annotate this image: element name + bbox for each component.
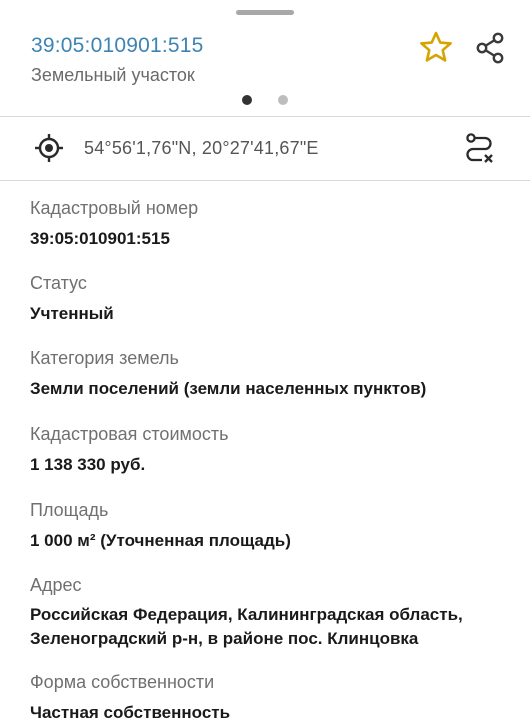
- field-address: Адрес Российская Федерация, Калининградс…: [30, 574, 463, 650]
- field-land-category: Категория земель Земли поселений (земли …: [30, 347, 426, 400]
- field-value-line-1: Российская Федерация, Калининградская об…: [30, 605, 463, 624]
- page-indicator: [242, 95, 288, 107]
- field-label: Адрес: [30, 575, 82, 595]
- parcel-type-subtitle: Земельный участок: [31, 65, 195, 85]
- field-value: 1 000 м² (Уточненная площадь): [30, 531, 291, 550]
- field-label: Площадь: [30, 500, 109, 520]
- route-clear-icon[interactable]: [463, 131, 497, 165]
- field-ownership: Форма собственности Частная собственност…: [30, 671, 230, 724]
- field-area: Площадь 1 000 м² (Уточненная площадь): [30, 499, 291, 552]
- field-value: Земли поселений (земли населенных пункто…: [30, 379, 427, 398]
- crosshair-icon[interactable]: [34, 133, 64, 163]
- share-icon[interactable]: [472, 30, 508, 66]
- field-value: Частная собственность: [30, 703, 231, 722]
- star-icon[interactable]: [418, 30, 454, 64]
- field-cadastral-cost: Кадастровая стоимость 1 138 330 руб.: [30, 423, 229, 476]
- field-status: Статус Учтенный: [30, 272, 114, 325]
- field-value: 39:05:010901:515: [30, 229, 170, 248]
- field-value-line-2: Зеленоградский р-н, в районе пос. Клинцо…: [30, 629, 419, 648]
- field-label: Статус: [30, 273, 87, 293]
- field-label: Кадастровая стоимость: [30, 424, 229, 444]
- field-label: Кадастровый номер: [30, 198, 199, 218]
- page-dot-active[interactable]: [242, 95, 252, 105]
- field-label: Форма собственности: [30, 672, 215, 692]
- field-cadastral-number: Кадастровый номер 39:05:010901:515: [30, 197, 198, 250]
- drag-handle[interactable]: [236, 10, 294, 15]
- field-value: Учтенный: [30, 304, 114, 323]
- divider: [0, 180, 530, 181]
- parcel-id-title: 39:05:010901:515: [31, 34, 204, 57]
- divider: [0, 116, 530, 117]
- coordinates-text[interactable]: 54°56'1,76"N, 20°27'41,67"E: [84, 138, 319, 159]
- page-dot-inactive[interactable]: [278, 95, 288, 105]
- field-label: Категория земель: [30, 348, 179, 368]
- field-value: 1 138 330 руб.: [30, 455, 146, 474]
